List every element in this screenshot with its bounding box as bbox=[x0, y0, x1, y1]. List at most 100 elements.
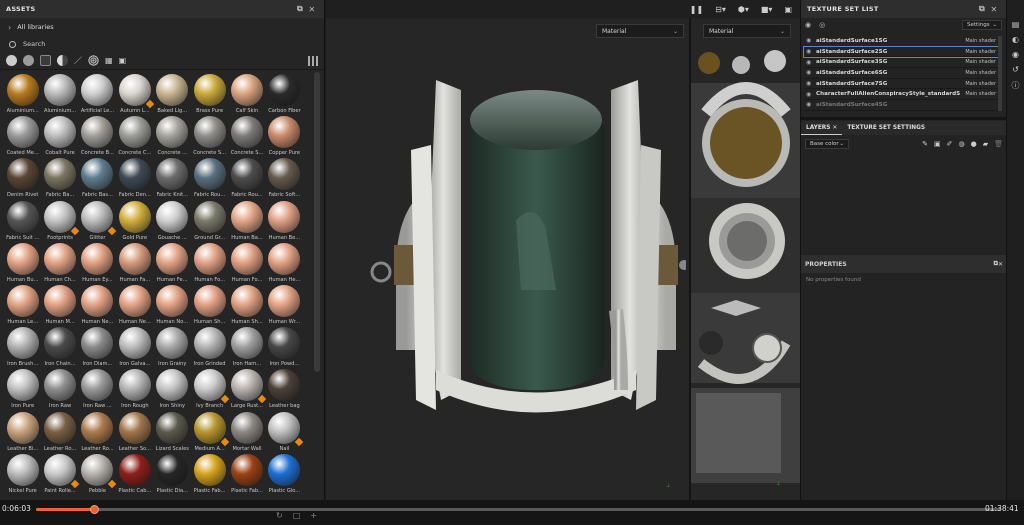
filter-image-icon[interactable]: ▣ bbox=[119, 56, 127, 65]
asset-tile[interactable]: Concrete B... bbox=[79, 114, 116, 156]
asset-tile[interactable]: Leather Ro... bbox=[41, 410, 78, 452]
filter-texture-icon[interactable] bbox=[88, 55, 99, 66]
filter-smart-material-icon[interactable] bbox=[40, 55, 51, 66]
asset-tile[interactable]: Leather Bi... bbox=[4, 410, 41, 452]
asset-tile[interactable]: Aluminium... bbox=[4, 72, 41, 114]
asset-tile[interactable]: Human Ba... bbox=[228, 199, 265, 241]
settings-dropdown[interactable]: Settings ⌄ bbox=[962, 20, 1002, 30]
asset-tile[interactable]: Human Wr... bbox=[266, 283, 303, 325]
display-settings-icon[interactable]: ◐ bbox=[1012, 35, 1019, 44]
info-icon[interactable]: ⓘ bbox=[1012, 80, 1020, 91]
asset-tile[interactable]: Concrete S... bbox=[191, 114, 228, 156]
asset-tile[interactable]: Glitter bbox=[79, 199, 117, 241]
filter-all-icon[interactable] bbox=[6, 55, 17, 66]
asset-tile[interactable]: Iron Raw ... bbox=[79, 367, 116, 409]
visibility-eye-icon[interactable]: ◉ bbox=[806, 80, 814, 87]
asset-tile[interactable]: Concrete ... bbox=[154, 114, 191, 156]
history-icon[interactable]: ↺ bbox=[1012, 65, 1019, 74]
asset-tile[interactable]: Plastic Fab... bbox=[228, 452, 265, 494]
asset-tile[interactable]: Iron Chain... bbox=[41, 325, 78, 367]
eye-icon[interactable]: ◎ bbox=[819, 21, 825, 29]
asset-tile[interactable]: Human Ne... bbox=[116, 283, 153, 325]
asset-tile[interactable]: Fabric Knit... bbox=[154, 156, 191, 198]
add-effect-icon[interactable]: ✎ bbox=[922, 140, 928, 148]
video-camera-icon[interactable]: ■▾ bbox=[761, 5, 773, 14]
asset-tile[interactable]: Iron Galva... bbox=[116, 325, 153, 367]
delete-icon[interactable]: 🗑 bbox=[994, 140, 1003, 148]
texture-set-row[interactable]: ◉ aiStandardSurface4SG bbox=[804, 100, 998, 111]
asset-tile[interactable]: Fabric Den... bbox=[116, 156, 153, 198]
shader-settings-icon[interactable]: ◉ bbox=[1012, 50, 1019, 59]
visibility-eye-icon[interactable]: ◉ bbox=[806, 69, 814, 76]
search-input[interactable]: Search bbox=[0, 36, 324, 52]
smart-material-icon[interactable]: ● bbox=[971, 140, 977, 148]
asset-tile[interactable]: Pebble bbox=[79, 452, 117, 494]
asset-tile[interactable]: Lizard Scales bbox=[154, 410, 191, 452]
asset-tile[interactable]: Artificial Le... bbox=[79, 72, 116, 114]
asset-tile[interactable]: Aluminium... bbox=[41, 72, 78, 114]
tab-layers[interactable]: LAYERS ✕ bbox=[801, 121, 843, 135]
library-selector[interactable]: › All libraries bbox=[0, 18, 324, 36]
asset-tile[interactable]: Human Le... bbox=[4, 283, 41, 325]
texture-set-row[interactable]: ◉ aiStandardSurface2SG Main shader bbox=[803, 45, 999, 59]
asset-tile[interactable]: Fabric Bas... bbox=[79, 156, 116, 198]
asset-tile[interactable]: Iron Raw bbox=[41, 367, 78, 409]
asset-tile[interactable]: Brass Pure bbox=[191, 72, 228, 114]
texture-set-row[interactable]: ◉ CharacterFullAlienConspiracyStyle_stand… bbox=[804, 89, 998, 101]
asset-tile[interactable]: Leather So... bbox=[116, 410, 153, 452]
loop-icon[interactable]: ↻ bbox=[276, 511, 283, 520]
asset-tile[interactable]: Human M... bbox=[41, 283, 78, 325]
asset-tile[interactable]: Large Rust... bbox=[228, 367, 267, 409]
asset-tile[interactable]: Cobalt Pure bbox=[41, 114, 78, 156]
asset-tile[interactable]: Autumn L... bbox=[116, 72, 155, 114]
texture-set-row[interactable]: ◉ aiStandardSurface1SG Main shader bbox=[804, 36, 998, 47]
asset-tile[interactable]: Human Ne... bbox=[79, 283, 116, 325]
cube-icon[interactable]: ⬢▾ bbox=[738, 5, 749, 14]
viewport-uv-material-dropdown[interactable]: Material ⌄ bbox=[703, 24, 791, 38]
uv-2d-view[interactable]: Material ⌄ ⊥ bbox=[689, 18, 802, 500]
seek-bar[interactable] bbox=[36, 505, 1001, 514]
asset-tile[interactable]: Plastic Dia... bbox=[154, 452, 191, 494]
camera-split-icon[interactable]: ⊟▾ bbox=[715, 5, 726, 14]
asset-tile[interactable]: Ivy Branch bbox=[191, 367, 229, 409]
asset-tile[interactable]: Iron Rough bbox=[116, 367, 153, 409]
asset-tile[interactable]: Human Sh... bbox=[191, 283, 228, 325]
visibility-eye-icon[interactable]: ◉ bbox=[806, 101, 814, 108]
asset-tile[interactable]: Fabric Suit ... bbox=[4, 199, 41, 241]
seek-handle[interactable] bbox=[89, 505, 99, 514]
asset-tile[interactable]: Nickel Pure bbox=[4, 452, 41, 494]
close-icon[interactable]: ✕ bbox=[988, 5, 1000, 14]
asset-tile[interactable]: Fabric Rou... bbox=[228, 156, 265, 198]
filter-pattern-icon[interactable]: ▦ bbox=[105, 56, 113, 65]
add-icon[interactable]: + bbox=[310, 511, 317, 520]
popout-icon[interactable]: ⧉ bbox=[976, 4, 988, 14]
asset-tile[interactable]: Baked Lig... bbox=[154, 72, 191, 114]
assets-scrollbar[interactable] bbox=[314, 72, 320, 372]
asset-tile[interactable]: Nail bbox=[266, 410, 304, 452]
asset-tile[interactable]: Iron Brush... bbox=[4, 325, 41, 367]
eye-settings-icon[interactable]: ◉ bbox=[805, 21, 811, 29]
asset-tile[interactable]: Human No... bbox=[154, 283, 191, 325]
pause-icon[interactable]: ❚❚ bbox=[690, 5, 703, 14]
viewport[interactable]: ❚❚ ⊟▾ ⬢▾ ■▾ ▣ Material ⌄ ⊥ Material ⌄ ⊥ bbox=[326, 0, 802, 500]
asset-tile[interactable]: Fabric Rou... bbox=[191, 156, 228, 198]
asset-tile[interactable]: Paint Rolle... bbox=[41, 452, 80, 494]
asset-tile[interactable]: Mortar Wall bbox=[228, 410, 265, 452]
asset-tile[interactable]: Iron Ham... bbox=[228, 325, 265, 367]
screenshot-icon[interactable]: ▣ bbox=[784, 5, 792, 14]
asset-tile[interactable]: Copper Pure bbox=[266, 114, 303, 156]
asset-tile[interactable]: Human Be... bbox=[266, 199, 303, 241]
asset-tile[interactable]: Human Ey... bbox=[79, 241, 116, 283]
fill-layer-icon[interactable]: ◍ bbox=[959, 140, 965, 148]
asset-tile[interactable]: Medium A... bbox=[191, 410, 229, 452]
asset-tile[interactable]: Human Bu... bbox=[4, 241, 41, 283]
asset-tile[interactable]: Fabric Soft... bbox=[266, 156, 303, 198]
asset-tile[interactable]: Plastic Glo... bbox=[266, 452, 303, 494]
asset-tile[interactable]: Human Fo... bbox=[191, 241, 228, 283]
stop-icon[interactable]: □ bbox=[293, 511, 301, 520]
tab-texture-set-settings[interactable]: TEXTURE SET SETTINGS bbox=[842, 121, 930, 135]
filter-mask-icon[interactable] bbox=[57, 55, 68, 66]
visibility-eye-icon[interactable]: ◉ bbox=[806, 59, 814, 66]
visibility-eye-icon[interactable]: ◉ bbox=[806, 91, 814, 98]
asset-tile[interactable]: Gold Pure bbox=[116, 199, 153, 241]
